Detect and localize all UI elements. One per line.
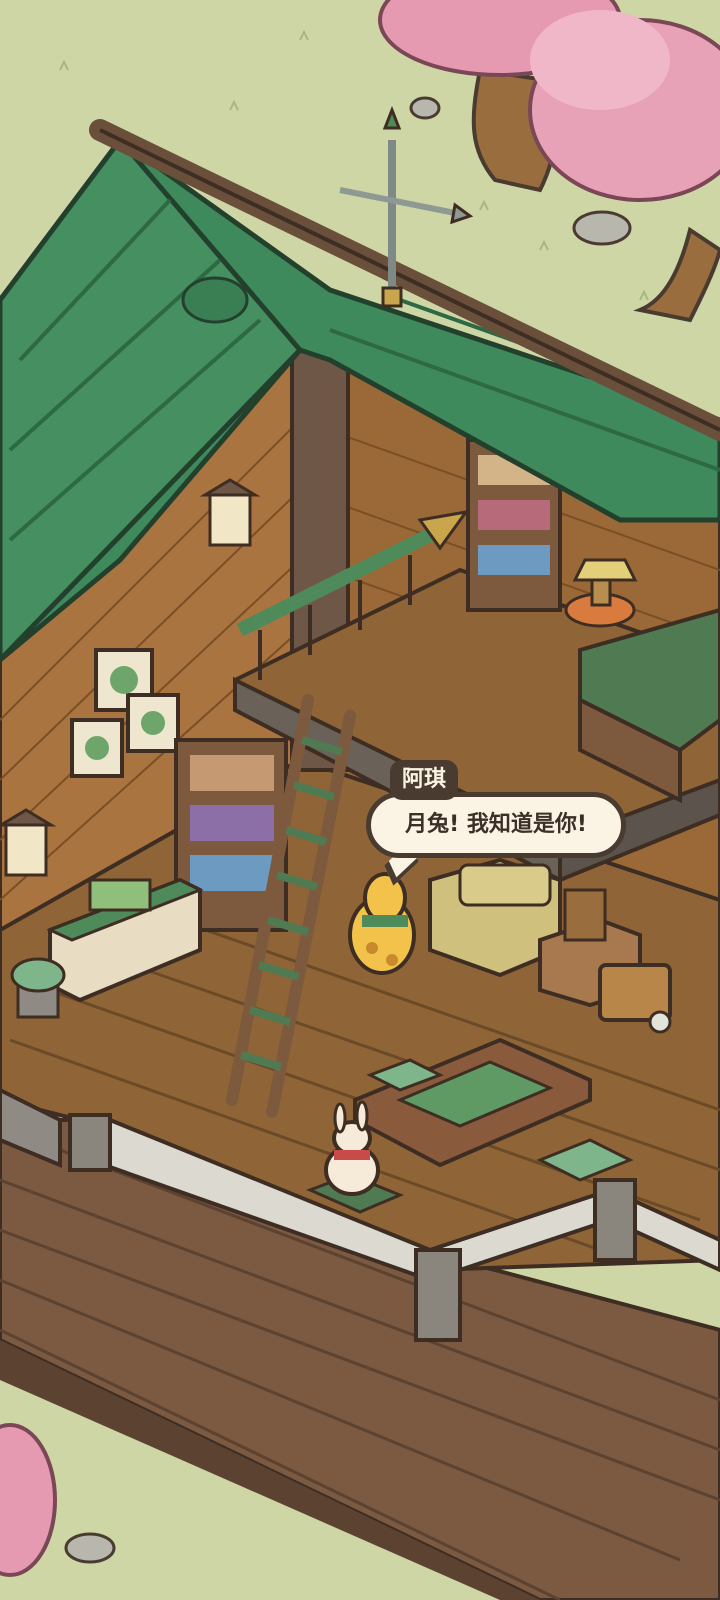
treasure-chest: [598, 963, 672, 1034]
game-scene[interactable]: 阿琪 月兔! 我知道是你!: [0, 0, 720, 1600]
dialogue-bubble[interactable]: 阿琪 月兔! 我知道是你!: [366, 760, 626, 886]
wall-lantern-left: [199, 478, 261, 547]
wall-lantern-far-left: [0, 808, 57, 877]
dialogue-text: 月兔! 我知道是你!: [405, 812, 587, 837]
potted-plant: [10, 957, 66, 1019]
